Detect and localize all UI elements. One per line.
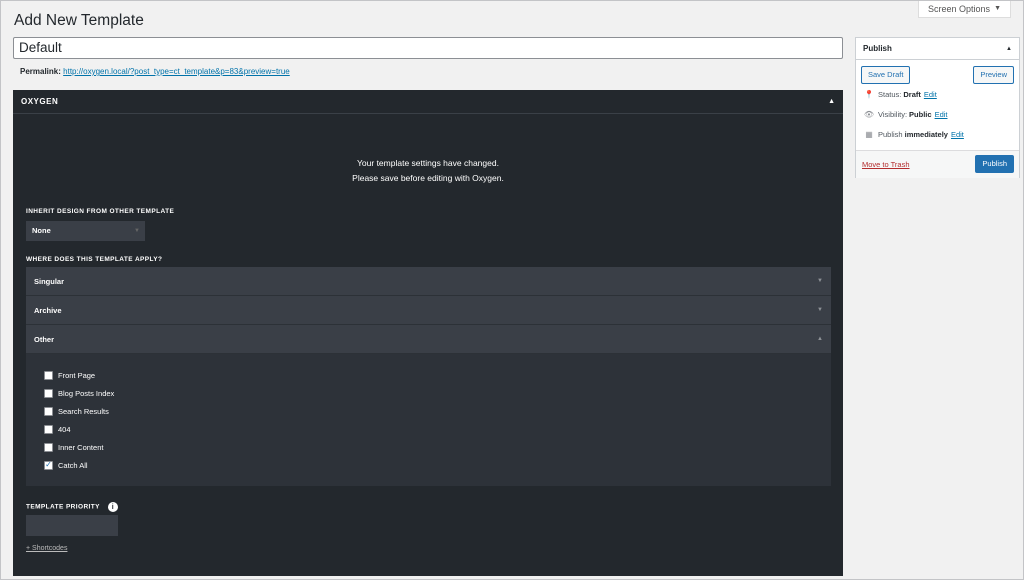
accordion-other[interactable]: Other ▲ (26, 325, 831, 354)
publish-time-label: Publish (878, 130, 903, 139)
option-label: Front Page (58, 370, 96, 380)
oxygen-metabox-header[interactable]: OXYGEN ▲ (13, 90, 843, 114)
caret-down-icon: ▼ (994, 5, 1001, 12)
accordion-singular[interactable]: Singular ▼ (26, 267, 831, 296)
option-label: Blog Posts Index (58, 388, 115, 398)
publish-actions: Move to Trash Publish (856, 150, 1019, 178)
inherit-design-label: INHERIT DESIGN FROM OTHER TEMPLATE (26, 208, 175, 215)
status-label: Status: (878, 90, 902, 99)
status-row: 📍 Status: Draft Edit (863, 90, 937, 99)
option-404[interactable]: 404 (26, 420, 831, 438)
settings-changed-notice: Your template settings have changed. Ple… (13, 156, 843, 186)
status-value: Draft (903, 90, 921, 99)
checkbox-search-results[interactable] (44, 406, 53, 416)
move-to-trash-link[interactable]: Move to Trash (862, 160, 910, 169)
checkbox-catch-all[interactable]: ✓ (44, 460, 53, 470)
page-title: Add New Template (14, 12, 144, 29)
pin-icon: 📍 (864, 90, 874, 99)
visibility-label: Visibility: (878, 110, 908, 119)
visibility-row: 👁 Visibility: Public Edit (863, 110, 948, 119)
option-label: Inner Content (58, 442, 104, 452)
accordion-archive-label: Archive (34, 305, 62, 315)
publish-time-row: ▦ Publish immediately Edit (863, 130, 964, 139)
eye-icon: 👁 (863, 110, 875, 119)
oxygen-metabox: OXYGEN ▲ Your template settings have cha… (13, 90, 843, 576)
template-conditions-accordion: Singular ▼ Archive ▼ Other ▲ Front Page … (26, 267, 831, 486)
publish-time-edit-link[interactable]: Edit (951, 130, 964, 139)
chevron-down-icon: ▼ (134, 228, 140, 234)
chevron-down-icon: ▼ (817, 278, 823, 284)
permalink-link[interactable]: http://oxygen.local/?post_type=ct_templa… (63, 67, 290, 76)
option-inner-content[interactable]: Inner Content (26, 438, 831, 456)
info-icon[interactable]: i (107, 502, 118, 512)
accordion-other-label: Other (34, 334, 55, 344)
option-catch-all[interactable]: ✓ Catch All (26, 456, 831, 474)
shortcodes-link[interactable]: + Shortcodes (26, 545, 67, 552)
inherit-design-select[interactable]: None ▼ (26, 221, 145, 241)
publish-time-value: immediately (904, 130, 948, 139)
option-label: 404 (58, 424, 71, 434)
permalink: Permalink: http://oxygen.local/?post_typ… (20, 67, 290, 76)
option-blog-posts-index[interactable]: Blog Posts Index (26, 384, 831, 402)
screen-options-label: Screen Options (928, 4, 991, 14)
checkbox-404[interactable] (44, 424, 53, 434)
preview-button[interactable]: Preview (973, 66, 1014, 84)
notice-line-2: Please save before editing with Oxygen. (352, 173, 504, 183)
template-priority-label: TEMPLATE PRIORITY (26, 503, 100, 511)
chevron-down-icon: ▼ (817, 307, 823, 313)
visibility-value: Public (909, 110, 932, 119)
where-applies-label: WHERE DOES THIS TEMPLATE APPLY? (26, 256, 163, 263)
option-front-page[interactable]: Front Page (26, 366, 831, 384)
checkbox-inner-content[interactable] (44, 442, 53, 452)
status-edit-link[interactable]: Edit (924, 90, 937, 99)
save-draft-button[interactable]: Save Draft (861, 66, 911, 84)
option-search-results[interactable]: Search Results (26, 402, 831, 420)
template-priority-label-row: TEMPLATE PRIORITY i (26, 502, 118, 512)
option-label: Catch All (58, 460, 88, 470)
oxygen-metabox-title: OXYGEN (21, 97, 59, 106)
publish-box-header[interactable]: Publish ▲ (856, 38, 1019, 60)
chevron-up-icon: ▲ (817, 336, 823, 342)
screen-options-button[interactable]: Screen Options ▼ (918, 1, 1011, 18)
permalink-label: Permalink: (20, 67, 61, 76)
visibility-edit-link[interactable]: Edit (935, 110, 948, 119)
checkbox-blog-posts-index[interactable] (44, 388, 53, 398)
collapse-toggle-icon[interactable]: ▲ (1006, 46, 1012, 52)
post-title-input[interactable]: Default (13, 37, 843, 59)
option-label: Search Results (58, 406, 109, 416)
calendar-icon: ▦ (865, 130, 873, 139)
accordion-archive[interactable]: Archive ▼ (26, 296, 831, 325)
accordion-other-body: Front Page Blog Posts Index Search Resul… (26, 354, 831, 486)
accordion-singular-label: Singular (34, 276, 65, 286)
template-priority-input[interactable] (26, 515, 118, 536)
publish-box-title: Publish (863, 44, 892, 53)
publish-button[interactable]: Publish (975, 155, 1014, 173)
checkmark-icon: ✓ (45, 460, 52, 469)
publish-box: Publish ▲ Save Draft Preview 📍 Status: D… (855, 37, 1020, 178)
notice-line-1: Your template settings have changed. (357, 158, 499, 168)
collapse-toggle-icon[interactable]: ▲ (828, 98, 835, 105)
inherit-design-value: None (32, 226, 51, 235)
checkbox-front-page[interactable] (44, 370, 53, 380)
